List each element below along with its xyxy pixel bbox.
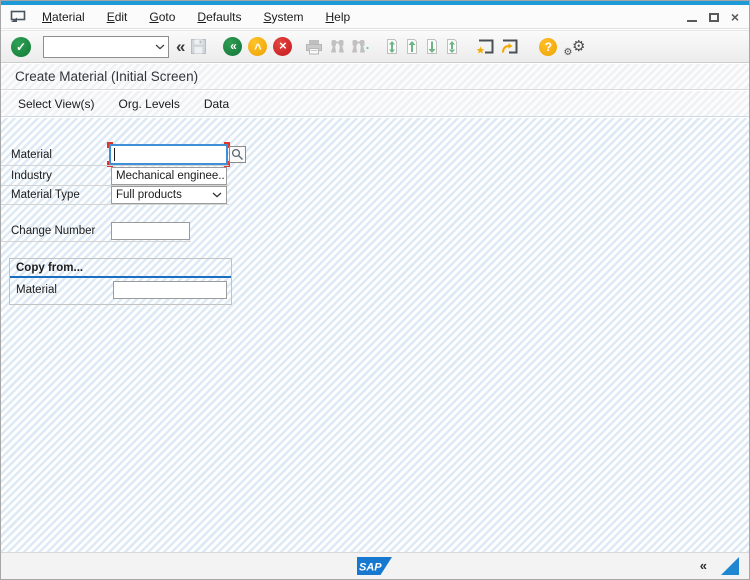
collapse-command-field-icon[interactable]: « — [176, 37, 185, 56]
menu-item-material[interactable]: Material — [31, 7, 96, 27]
help-icon: ? — [544, 39, 553, 54]
menu-item-defaults[interactable]: Defaults — [186, 7, 252, 27]
back-icon: « — [230, 38, 237, 53]
select-views-button[interactable]: Select View(s) — [9, 94, 103, 114]
material-type-dropdown[interactable]: Full products — [111, 186, 227, 204]
copy-from-group: Copy from... Material — [9, 258, 232, 305]
cancel-icon: × — [279, 38, 287, 53]
material-type-label: Material Type — [11, 189, 80, 201]
page-down-icon[interactable] — [425, 38, 439, 55]
sap-logo: SAP — [357, 557, 392, 575]
minimize-icon[interactable] — [686, 20, 697, 22]
org-levels-button[interactable]: Org. Levels — [109, 94, 188, 114]
copy-from-title: Copy from... — [16, 262, 84, 274]
copy-material-label: Material — [16, 284, 57, 296]
back-button[interactable]: « — [223, 37, 243, 56]
change-number-input[interactable] — [111, 222, 190, 240]
new-session-icon[interactable] — [476, 38, 495, 55]
sap-logo-text: SAP — [359, 562, 382, 574]
copy-material-input[interactable] — [113, 281, 227, 299]
first-page-icon[interactable] — [385, 38, 399, 55]
maximize-icon[interactable] — [708, 12, 719, 22]
text-cursor — [114, 148, 115, 161]
screen-context-menu-icon[interactable] — [9, 9, 27, 24]
material-search-button[interactable] — [229, 146, 246, 163]
row-divider — [1, 241, 191, 242]
exit-icon: ^ — [254, 41, 262, 56]
material-label: Material — [11, 149, 52, 161]
menu-item-edit[interactable]: Edit — [96, 7, 139, 27]
industry-label: Industry — [11, 170, 52, 182]
data-button[interactable]: Data — [195, 94, 238, 114]
sap-gui-window: Material Edit Goto Defaults System Help … — [0, 0, 750, 580]
command-input[interactable] — [47, 40, 155, 53]
customize-layout-button[interactable]: ⚙ ⚙ — [563, 36, 586, 58]
exit-button[interactable]: ^ — [248, 37, 268, 56]
menu-item-goto[interactable]: Goto — [138, 7, 186, 27]
create-shortcut-icon[interactable] — [500, 38, 519, 55]
find-icon[interactable] — [330, 39, 345, 54]
find-next-icon[interactable] — [351, 39, 370, 54]
required-marker-icon — [107, 142, 113, 148]
status-collapse-icon[interactable]: « — [700, 559, 707, 572]
search-icon — [231, 148, 243, 160]
material-field-wrap — [107, 142, 230, 167]
row-divider — [1, 204, 229, 205]
main-content: Material Industry Mechanical enginee.. M… — [1, 118, 749, 552]
material-type-value: Full products — [116, 189, 182, 201]
chevron-down-icon[interactable] — [155, 44, 165, 50]
gear-small-icon: ⚙ — [563, 46, 573, 58]
status-bar: SAP « — [1, 552, 749, 579]
resize-grip[interactable] — [721, 557, 739, 575]
page-title: Create Material (Initial Screen) — [15, 69, 199, 84]
industry-dropdown[interactable]: Mechanical enginee.. — [111, 167, 227, 185]
window-controls: × — [686, 8, 739, 26]
screen-header: Create Material (Initial Screen) — [1, 64, 749, 90]
enter-button[interactable]: ✓ — [11, 36, 31, 57]
close-icon[interactable]: × — [731, 10, 739, 24]
check-icon: ✓ — [15, 39, 27, 54]
menu-bar: Material Edit Goto Defaults System Help … — [1, 5, 749, 29]
cancel-button[interactable]: × — [273, 37, 293, 56]
page-up-icon[interactable] — [405, 38, 419, 55]
command-field[interactable] — [43, 35, 169, 58]
last-page-icon[interactable] — [445, 38, 459, 55]
change-number-label: Change Number — [11, 225, 96, 237]
chevron-down-icon — [212, 192, 222, 198]
menu-item-system[interactable]: System — [252, 7, 314, 27]
application-toolbar: Select View(s) Org. Levels Data — [1, 91, 749, 117]
industry-value: Mechanical enginee.. — [116, 170, 225, 182]
help-button[interactable]: ? — [539, 37, 558, 56]
row-divider — [1, 165, 229, 166]
group-title-rule — [10, 276, 231, 278]
menu-item-help[interactable]: Help — [314, 7, 361, 27]
material-input[interactable] — [109, 144, 228, 165]
gear-icon: ⚙ — [572, 36, 586, 55]
save-icon[interactable] — [190, 38, 207, 55]
print-icon[interactable] — [305, 39, 323, 55]
system-toolbar: ✓ « « ^ × ? ⚙ ⚙ — [1, 30, 749, 63]
